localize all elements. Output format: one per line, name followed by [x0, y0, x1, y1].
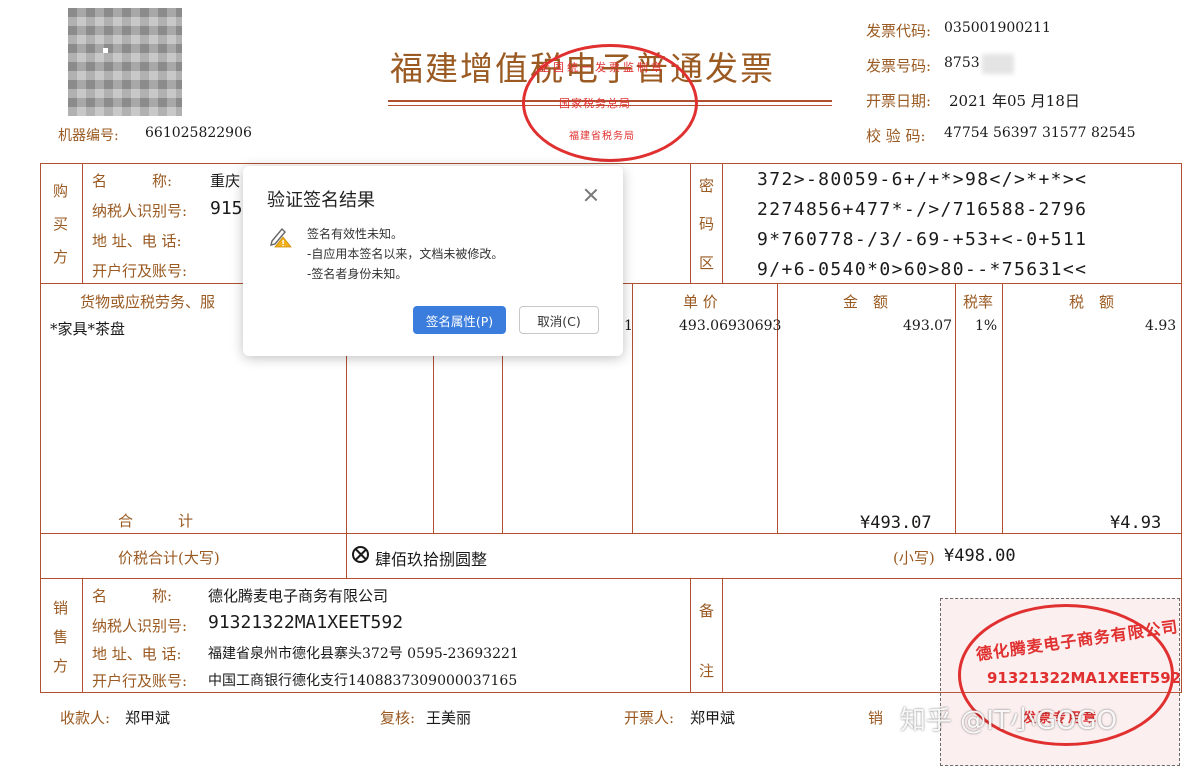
qr-code-dot	[103, 48, 108, 53]
x-circle-icon	[352, 546, 369, 563]
seller-stamp-taxid: 91321322MA1XEET592	[987, 669, 1182, 687]
item-tax: 4.93	[1145, 318, 1177, 334]
invoice-number: 8753	[944, 55, 980, 71]
cipher-line-4: 9/+6-0540*0>60>80--*75631<<	[757, 259, 1088, 280]
machine-no: 661025822906	[145, 125, 252, 141]
col-line-7	[1002, 283, 1003, 533]
col-price-header: 单 价	[683, 293, 718, 311]
buyer-section-1: 购	[53, 182, 69, 200]
issuer: 郑甲斌	[690, 709, 736, 727]
buyer-bank-label: 开户行及账号:	[92, 262, 188, 280]
item-rate: 1%	[975, 318, 998, 334]
buyer-section-2: 买	[53, 215, 69, 233]
item-amount: 493.07	[903, 318, 952, 334]
code-label: 发票代码:	[866, 22, 932, 40]
cipher-line-3: 9*760778-/3/-69-+53+<-0+511	[757, 229, 1088, 250]
seller-sign-label: 销	[868, 709, 884, 727]
grand-small-value: ¥498.00	[944, 546, 1016, 566]
remarks-divider-left	[690, 578, 691, 693]
date-label: 开票日期:	[866, 92, 932, 110]
signature-properties-button[interactable]: 签名属性(P)	[413, 306, 506, 334]
col-tax-header: 税 额	[1069, 293, 1115, 311]
review-label: 复核:	[380, 709, 416, 727]
dialog-title: 验证签名结果	[267, 190, 375, 211]
grand-total-label: 价税合计(大写)	[118, 549, 220, 567]
payee-label: 收款人:	[60, 709, 111, 727]
remarks-section-1: 备	[699, 602, 715, 620]
total-amount: ¥493.07	[860, 513, 932, 533]
number-label: 发票号码:	[866, 57, 932, 75]
col-rate-header: 税率	[963, 293, 994, 311]
cipher-divider-left	[690, 163, 691, 283]
row-line-2	[40, 533, 1182, 534]
seller-section-1: 销	[53, 599, 69, 617]
remarks-section-2: 注	[699, 662, 715, 680]
number-blur	[982, 54, 1014, 74]
grand-total-words: 肆佰玖拾捌圆整	[375, 550, 488, 569]
buyer-name-label: 名 称:	[92, 172, 173, 190]
official-stamp-line2: 国家税务总局	[559, 97, 631, 110]
grand-small-label: (小写)	[893, 549, 935, 567]
seller-section-3: 方	[53, 657, 69, 675]
dialog-line-2: -自应用本签名以来，文档未被修改。	[307, 247, 504, 261]
seller-addr-label: 地 址、电 话:	[92, 645, 182, 663]
seller-divider	[82, 578, 83, 693]
cancel-button[interactable]: 取消(C)	[519, 306, 599, 334]
issuer-label: 开票人:	[624, 709, 675, 727]
official-stamp-line3: 福建省税务局	[569, 131, 635, 142]
total-label: 合 计	[118, 512, 194, 530]
warning-pen-icon	[270, 227, 292, 248]
watermark: 知乎 @IT小GOGO	[900, 706, 1118, 736]
verify-signature-dialog: 验证签名结果 签名有效性未知。 -自应用本签名以来，文档未被修改。 -签名者身份…	[243, 166, 623, 356]
check-code: 47754 56397 31577 82545	[944, 125, 1136, 141]
seller-stamp-company: 德化腾麦电子商务有限公司	[974, 616, 1180, 665]
invoice-date: 2021 年05 月18日	[949, 92, 1080, 110]
official-stamp-line1: 全国统一发票监制章	[539, 61, 665, 74]
buyer-section-3: 方	[53, 248, 69, 266]
item-qty: 1	[624, 318, 633, 334]
payee: 郑甲斌	[125, 709, 171, 727]
machine-no-label: 机器编号:	[58, 128, 119, 144]
dialog-line-3: -签名者身份未知。	[307, 267, 408, 281]
seller-tax-id: 91321322MA1XEET592	[208, 612, 404, 633]
buyer-tax-id: 915	[210, 198, 243, 219]
buyer-addr-label: 地 址、电 话:	[92, 232, 182, 250]
seller-section-2: 售	[53, 628, 69, 646]
dialog-line-1: 签名有效性未知。	[307, 227, 404, 241]
col-amount-header: 金 额	[843, 293, 889, 311]
seller-bank: 中国工商银行德化支行1408837309000037165	[208, 673, 518, 689]
official-stamp: 全国统一发票监制章 国家税务总局 福建省税务局	[522, 44, 698, 162]
cipher-line-1: 372>-80059-6+/+*>98</>*+*><	[757, 169, 1088, 190]
check-label: 校 验 码:	[866, 127, 926, 145]
col-goods-header: 货物或应税劳务、服	[80, 293, 216, 311]
qr-code	[68, 8, 182, 116]
cipher-section-3: 区	[699, 254, 715, 272]
cipher-divider-right	[722, 163, 723, 283]
total-tax: ¥4.93	[1110, 513, 1162, 533]
buyer-tax-label: 纳税人识别号:	[92, 202, 188, 220]
cipher-section-2: 码	[699, 215, 715, 233]
buyer-name: 重庆	[210, 172, 241, 190]
buyer-divider	[82, 163, 83, 283]
row-line-3	[40, 578, 1182, 579]
invoice-code: 035001900211	[944, 20, 1051, 36]
remarks-divider-right	[722, 578, 723, 693]
review: 王美丽	[426, 709, 472, 727]
item-price: 493.06930693	[679, 318, 782, 334]
seller-addr: 福建省泉州市德化县寨头372号 0595-23693221	[208, 646, 519, 662]
col-line-6	[955, 283, 956, 533]
seller-tax-label: 纳税人识别号:	[92, 617, 188, 635]
seller-bank-label: 开户行及账号:	[92, 672, 188, 690]
cipher-section-1: 密	[699, 177, 715, 195]
item-name: *家具*茶盘	[50, 320, 126, 338]
close-icon[interactable]	[581, 185, 601, 205]
seller-name: 德化腾麦电子商务有限公司	[208, 587, 389, 605]
seller-name-label: 名 称:	[92, 587, 173, 605]
cipher-line-2: 2274856+477*-/>/716588-2796	[757, 199, 1088, 220]
